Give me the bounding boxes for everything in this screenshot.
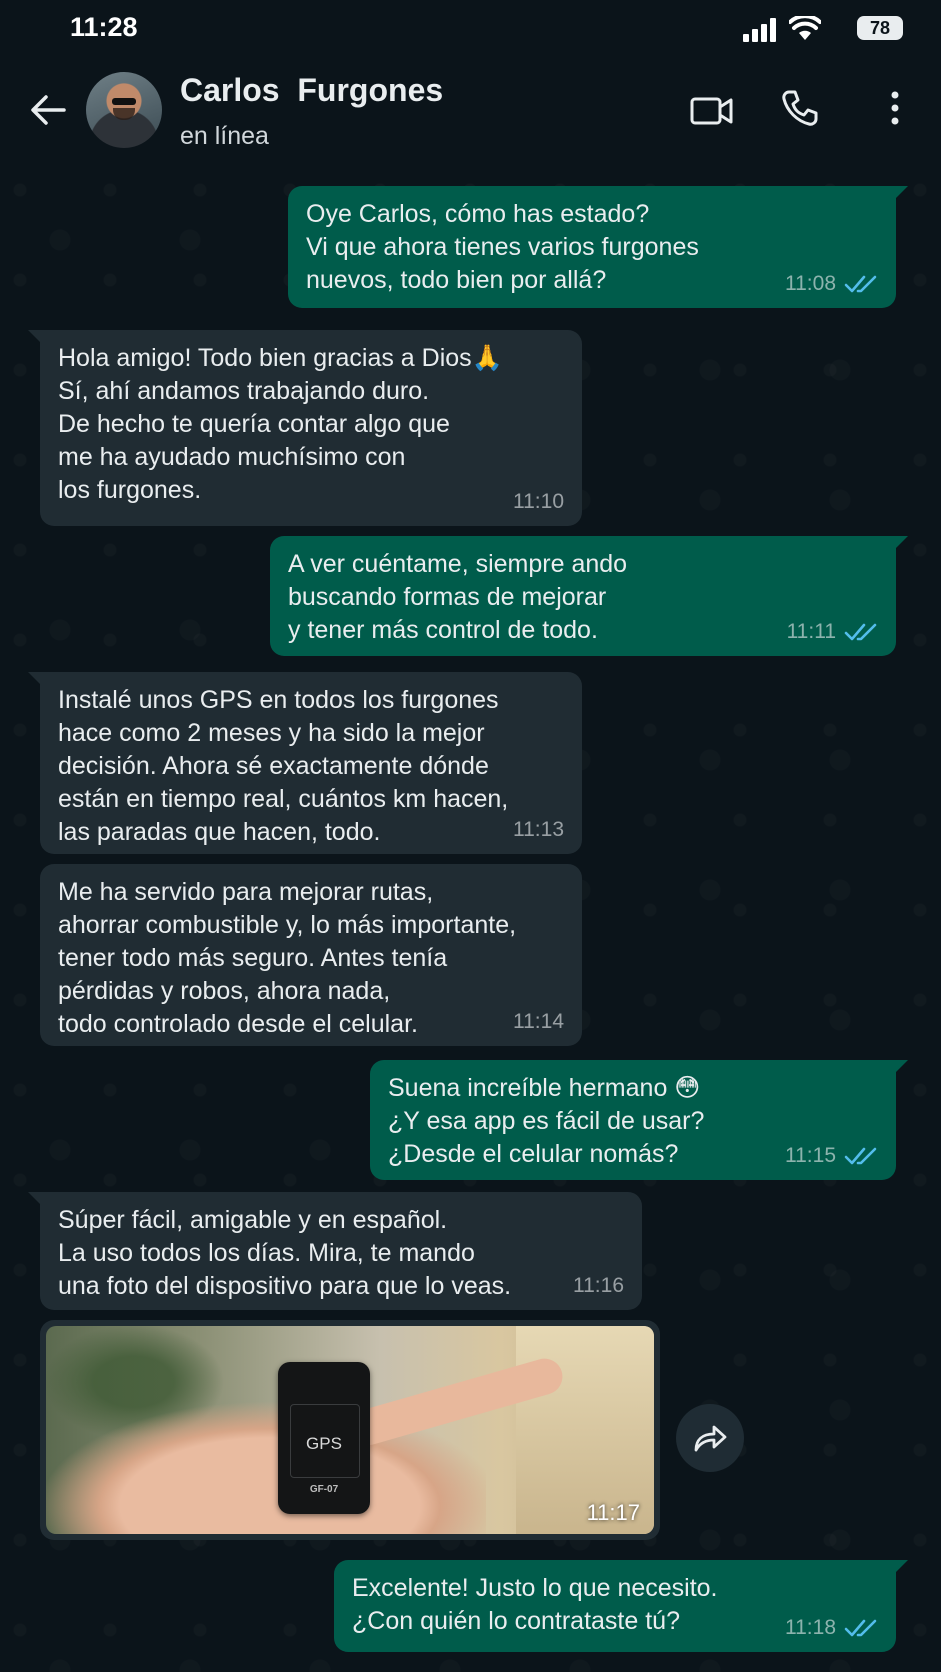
message-meta: 11:16 (573, 1269, 624, 1302)
gps-device-model: GF-07 (309, 1484, 339, 1495)
message-meta: 11:13 (513, 813, 564, 846)
message-time: 11:08 (785, 272, 836, 295)
bubble-tail (28, 1192, 42, 1206)
contact-status: en línea (180, 122, 269, 150)
bubble-tail (28, 672, 42, 686)
phone-call-icon[interactable] (780, 88, 820, 128)
bubble-tail (894, 186, 908, 200)
gps-device-photo[interactable]: GPS GF-07 11:17 (46, 1326, 654, 1534)
message-text: una foto del dispositivo para que lo vea… (58, 1272, 512, 1300)
message-text: pérdidas y robos, ahora nada, (58, 977, 391, 1005)
gps-device: GPS GF-07 (278, 1362, 370, 1514)
message-outgoing[interactable]: A ver cuéntame, siempre ando buscando fo… (270, 536, 908, 656)
message-text: La uso todos los días. Mira, te mando (58, 1239, 475, 1267)
video-call-icon[interactable] (690, 90, 734, 130)
message-incoming[interactable]: Me ha servido para mejorar rutas, ahorra… (40, 864, 582, 1046)
message-text: están en tiempo real, cuántos km hacen, (58, 785, 509, 813)
message-text: buscando formas de mejorar (288, 583, 607, 611)
message-text: Instalé unos GPS en todos los furgones (58, 686, 499, 714)
message-text: hace como 2 meses y ha sido la mejor (58, 719, 485, 747)
message-meta: 11:18 (785, 1611, 878, 1644)
message-text: Suena increíble hermano 😳 (388, 1074, 701, 1102)
gps-device-label: GPS (306, 1434, 342, 1453)
message-text: Vi que ahora tienes varios furgones (306, 233, 699, 261)
message-time: 11:13 (513, 818, 564, 841)
message-time: 11:11 (786, 620, 836, 643)
message-text: Oye Carlos, cómo has estado? (306, 200, 650, 228)
bubble-tail (894, 1060, 908, 1074)
message-text: Súper fácil, amigable y en español. (58, 1206, 448, 1234)
bubble-tail (894, 536, 908, 550)
double-check-read-icon (844, 623, 877, 640)
message-text: me ha ayudado muchísimo con (58, 443, 406, 471)
message-time: 11:18 (785, 1616, 836, 1639)
status-time: 11:28 (70, 12, 138, 42)
message-text: ¿Y esa app es fácil de usar? (388, 1107, 705, 1135)
message-text: Excelente! Justo lo que necesito. (352, 1574, 718, 1602)
message-text: decisión. Ahora sé exactamente dónde (58, 752, 489, 780)
message-meta: 11:10 (513, 485, 564, 518)
status-icons: 78 (709, 14, 909, 44)
wifi-icon (789, 16, 821, 40)
message-time: 11:16 (573, 1274, 624, 1297)
message-meta: 11:08 (785, 267, 878, 300)
avatar-glasses (112, 98, 136, 105)
double-check-read-icon (844, 1147, 877, 1164)
contact-avatar[interactable] (86, 72, 162, 148)
message-time: 11:15 (785, 1144, 836, 1167)
forward-icon (694, 1425, 727, 1452)
back-arrow-icon[interactable] (28, 90, 68, 130)
bubble-tail (28, 330, 42, 344)
message-outgoing[interactable]: Excelente! Justo lo que necesito. ¿Con q… (334, 1560, 908, 1652)
avatar-beard (113, 108, 135, 120)
message-incoming[interactable]: Hola amigo! Todo bien gracias a Dios🙏 Sí… (28, 330, 582, 526)
more-options-icon[interactable] (880, 88, 910, 128)
double-check-read-icon (844, 275, 877, 292)
battery-level: 78 (869, 18, 891, 38)
message-meta: 11:14 (513, 1005, 564, 1038)
message-outgoing[interactable]: Oye Carlos, cómo has estado? Vi que ahor… (288, 186, 908, 308)
status-bar: 11:28 78 (0, 0, 941, 56)
message-text: A ver cuéntame, siempre ando (288, 550, 628, 578)
message-text: los furgones. (58, 476, 202, 504)
forward-button[interactable] (676, 1404, 744, 1472)
message-text: tener todo más seguro. Antes tenía (58, 944, 448, 972)
message-text: todo controlado desde el celular. (58, 1010, 418, 1038)
image-time: 11:17 (586, 1500, 640, 1525)
bubble-tail (894, 1560, 908, 1574)
message-time: 11:14 (513, 1010, 564, 1033)
message-text: Me ha servido para mejorar rutas, (58, 878, 434, 906)
double-check-read-icon (844, 1619, 877, 1636)
message-incoming[interactable]: Súper fácil, amigable y en español. La u… (28, 1192, 642, 1310)
message-text: Hola amigo! Todo bien gracias a Dios🙏 (58, 344, 503, 372)
chat-header: Carlos Furgones en línea (0, 56, 941, 170)
signal-icon (743, 18, 776, 42)
message-text: ahorrar combustible y, lo más importante… (58, 911, 517, 939)
message-meta: 11:11 (787, 615, 878, 648)
message-incoming[interactable]: Instalé unos GPS en todos los furgones h… (28, 672, 582, 854)
message-time: 11:10 (513, 490, 564, 513)
message-text: De hecho te quería contar algo que (58, 410, 450, 438)
battery-icon: 78 (857, 16, 903, 40)
message-meta: 11:15 (785, 1139, 878, 1172)
message-text: las paradas que hacen, todo. (58, 818, 381, 846)
message-text: Sí, ahí andamos trabajando duro. (58, 377, 430, 405)
image-message[interactable]: GPS GF-07 11:17 (40, 1320, 660, 1540)
message-outgoing[interactable]: Suena increíble hermano 😳 ¿Y esa app es … (370, 1060, 908, 1180)
contact-name[interactable]: Carlos Furgones (180, 72, 443, 109)
